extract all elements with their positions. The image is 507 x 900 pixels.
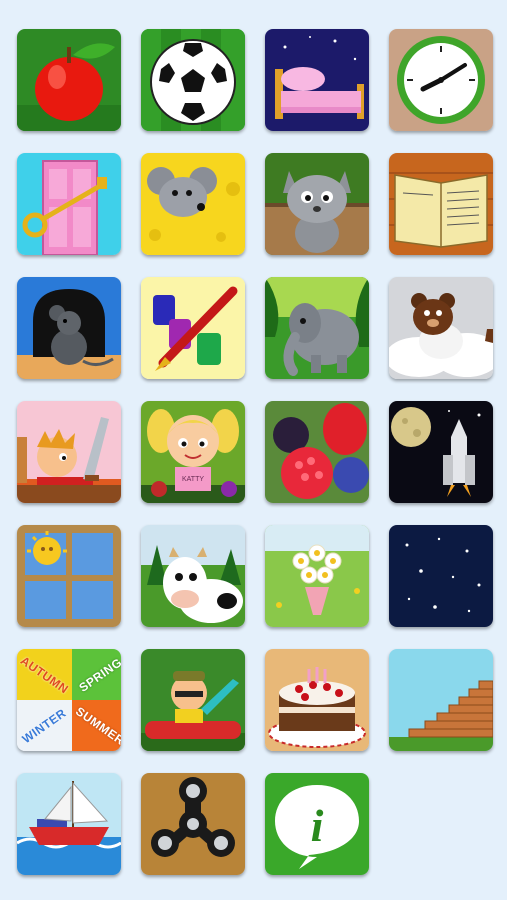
night-stars-icon [389,525,493,627]
info-icon: i [265,773,369,875]
tile-bed[interactable] [265,29,369,131]
mouse-hole-icon [17,277,121,379]
ink-pen-icon [141,277,245,379]
tile-brick-stairs[interactable] [389,649,493,751]
clock-icon [389,29,493,131]
season-label-summer: SUMMER [73,703,121,748]
katty-card-text: KATTY [182,476,204,483]
tile-cake[interactable] [265,649,369,751]
tile-cow[interactable] [141,525,245,627]
football-icon [141,29,245,131]
man-car-icon [141,649,245,751]
brick-stairs-icon [389,649,493,751]
bed-icon [265,29,369,131]
tile-man-car[interactable] [141,649,245,751]
tile-elephant[interactable] [265,277,369,379]
tile-moon-shuttle[interactable] [389,401,493,503]
info-label: i [311,800,324,851]
tile-apple[interactable] [17,29,121,131]
book-icon [389,153,493,255]
elephant-icon [265,277,369,379]
tile-boy-sword[interactable] [17,401,121,503]
tile-boat[interactable] [17,773,121,875]
season-label-autumn: AUTUMN [17,652,72,697]
tile-window-sun[interactable] [17,525,121,627]
girl-katty-icon: KATTY [141,401,245,503]
cake-icon [265,649,369,751]
apple-icon [17,29,121,131]
tile-info[interactable]: i [265,773,369,875]
window-sun-icon [17,525,121,627]
tile-flower-bouquet[interactable] [265,525,369,627]
tile-mouse-hole[interactable] [17,277,121,379]
bear-clouds-icon [389,277,493,379]
fidget-spinner-icon [141,773,245,875]
season-label-spring: SPRING [76,654,121,695]
tile-fidget-spinner[interactable] [141,773,245,875]
berries-icon [265,401,369,503]
door-key-icon [17,153,121,255]
tile-girl-katty[interactable]: KATTY [141,401,245,503]
flower-bouquet-icon [265,525,369,627]
cat-icon [265,153,369,255]
seasons-icon: AUTUMN SPRING WINTER SUMMER [17,649,121,751]
tile-seasons[interactable]: AUTUMN SPRING WINTER SUMMER [17,649,121,751]
season-label-winter: WINTER [19,705,70,746]
tile-clock[interactable] [389,29,493,131]
tile-cat[interactable] [265,153,369,255]
tile-football[interactable] [141,29,245,131]
cow-icon [141,525,245,627]
tile-night-stars[interactable] [389,525,493,627]
mouse-cheese-icon [141,153,245,255]
tile-ink-pen[interactable] [141,277,245,379]
boat-icon [17,773,121,875]
moon-shuttle-icon [389,401,493,503]
tile-bear-clouds[interactable] [389,277,493,379]
boy-sword-icon [17,401,121,503]
tile-berries[interactable] [265,401,369,503]
game-menu-grid: KATTY AUTUMN SPRING WINTER SUMMER i [0,0,507,900]
tile-mouse-cheese[interactable] [141,153,245,255]
tile-door-key[interactable] [17,153,121,255]
tile-book[interactable] [389,153,493,255]
